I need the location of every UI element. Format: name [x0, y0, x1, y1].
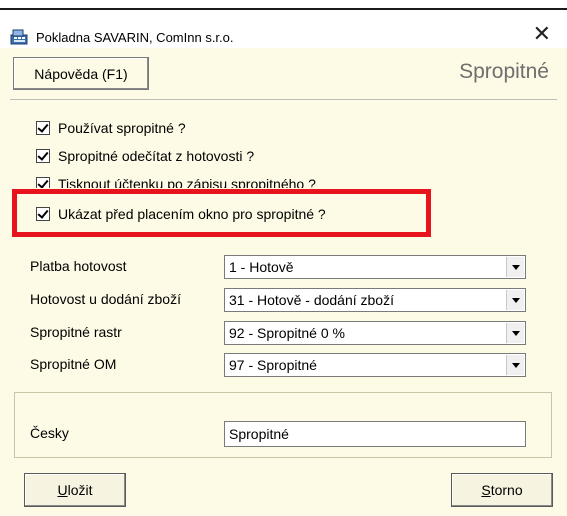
checkbox-label: Používat spropitné ?	[58, 120, 186, 136]
language-text-field[interactable]	[224, 421, 526, 447]
checkbox-checked-icon[interactable]	[36, 177, 50, 188]
chevron-down-icon[interactable]	[506, 355, 524, 375]
cash-payment-select[interactable]: 1 - Hotově	[224, 255, 526, 279]
select-value: 97 - Spropitné	[229, 357, 317, 373]
section-title: Spropitné	[459, 60, 549, 83]
cancel-accelerator: S	[481, 482, 491, 498]
save-accelerator: U	[57, 482, 68, 498]
chevron-down-icon[interactable]	[506, 323, 524, 343]
label-cash-payment: Platba hotovost	[30, 258, 127, 274]
cash-register-icon	[10, 29, 28, 45]
select-value: 92 - Spropitné 0 %	[229, 325, 345, 341]
window-title: Pokladna SAVARIN, ComInn s.r.o.	[36, 30, 234, 45]
delivery-cash-select[interactable]: 31 - Hotově - dodání zboží	[224, 288, 526, 312]
close-icon[interactable]: ✕	[533, 24, 551, 46]
checkbox-subtract-from-cash[interactable]: Spropitné odečítat z hotovosti ?	[36, 148, 254, 168]
select-value: 31 - Hotově - dodání zboží	[229, 292, 394, 308]
chevron-down-icon[interactable]	[506, 257, 524, 277]
select-value: 1 - Hotově	[229, 259, 294, 275]
save-button[interactable]: Uložit	[24, 473, 126, 507]
save-label: ložit	[67, 482, 93, 498]
dialog-window: Pokladna SAVARIN, ComInn s.r.o. ✕ Nápově…	[0, 0, 567, 516]
checkbox-checked-icon[interactable]	[36, 149, 50, 163]
separator	[10, 99, 557, 100]
label-delivery-cash: Hotovost u dodání zboží	[30, 291, 181, 307]
checkbox-use-tips[interactable]: Používat spropitné ?	[36, 120, 186, 140]
label-tip-om: Spropitné OM	[30, 356, 117, 372]
checkbox-label: Tisknout účtenku po zápisu spropitného ?	[58, 176, 316, 188]
label-language: Česky	[30, 425, 69, 441]
title-bar[interactable]: Pokladna SAVARIN, ComInn s.r.o. ✕	[0, 10, 567, 48]
chevron-down-icon[interactable]	[506, 290, 524, 310]
tip-om-select[interactable]: 97 - Spropitné	[224, 353, 526, 377]
help-button[interactable]: Nápověda (F1)	[13, 57, 149, 90]
top-edge	[0, 0, 567, 6]
cancel-label: torno	[490, 482, 523, 498]
cancel-button[interactable]: Storno	[451, 473, 553, 507]
checkbox-show-tip-window[interactable]: Ukázat před placením okno pro spropitné …	[36, 206, 326, 226]
checkbox-checked-icon[interactable]	[36, 121, 50, 135]
tip-grid-select[interactable]: 92 - Spropitné 0 %	[224, 321, 526, 345]
checkbox-checked-icon[interactable]	[36, 207, 50, 221]
checkbox-label: Spropitné odečítat z hotovosti ?	[58, 148, 255, 164]
checkbox-print-receipt[interactable]: Tisknout účtenku po zápisu spropitného ?	[36, 176, 316, 188]
checkbox-label: Ukázat před placením okno pro spropitné …	[58, 206, 326, 222]
label-tip-grid: Spropitné rastr	[30, 324, 122, 340]
